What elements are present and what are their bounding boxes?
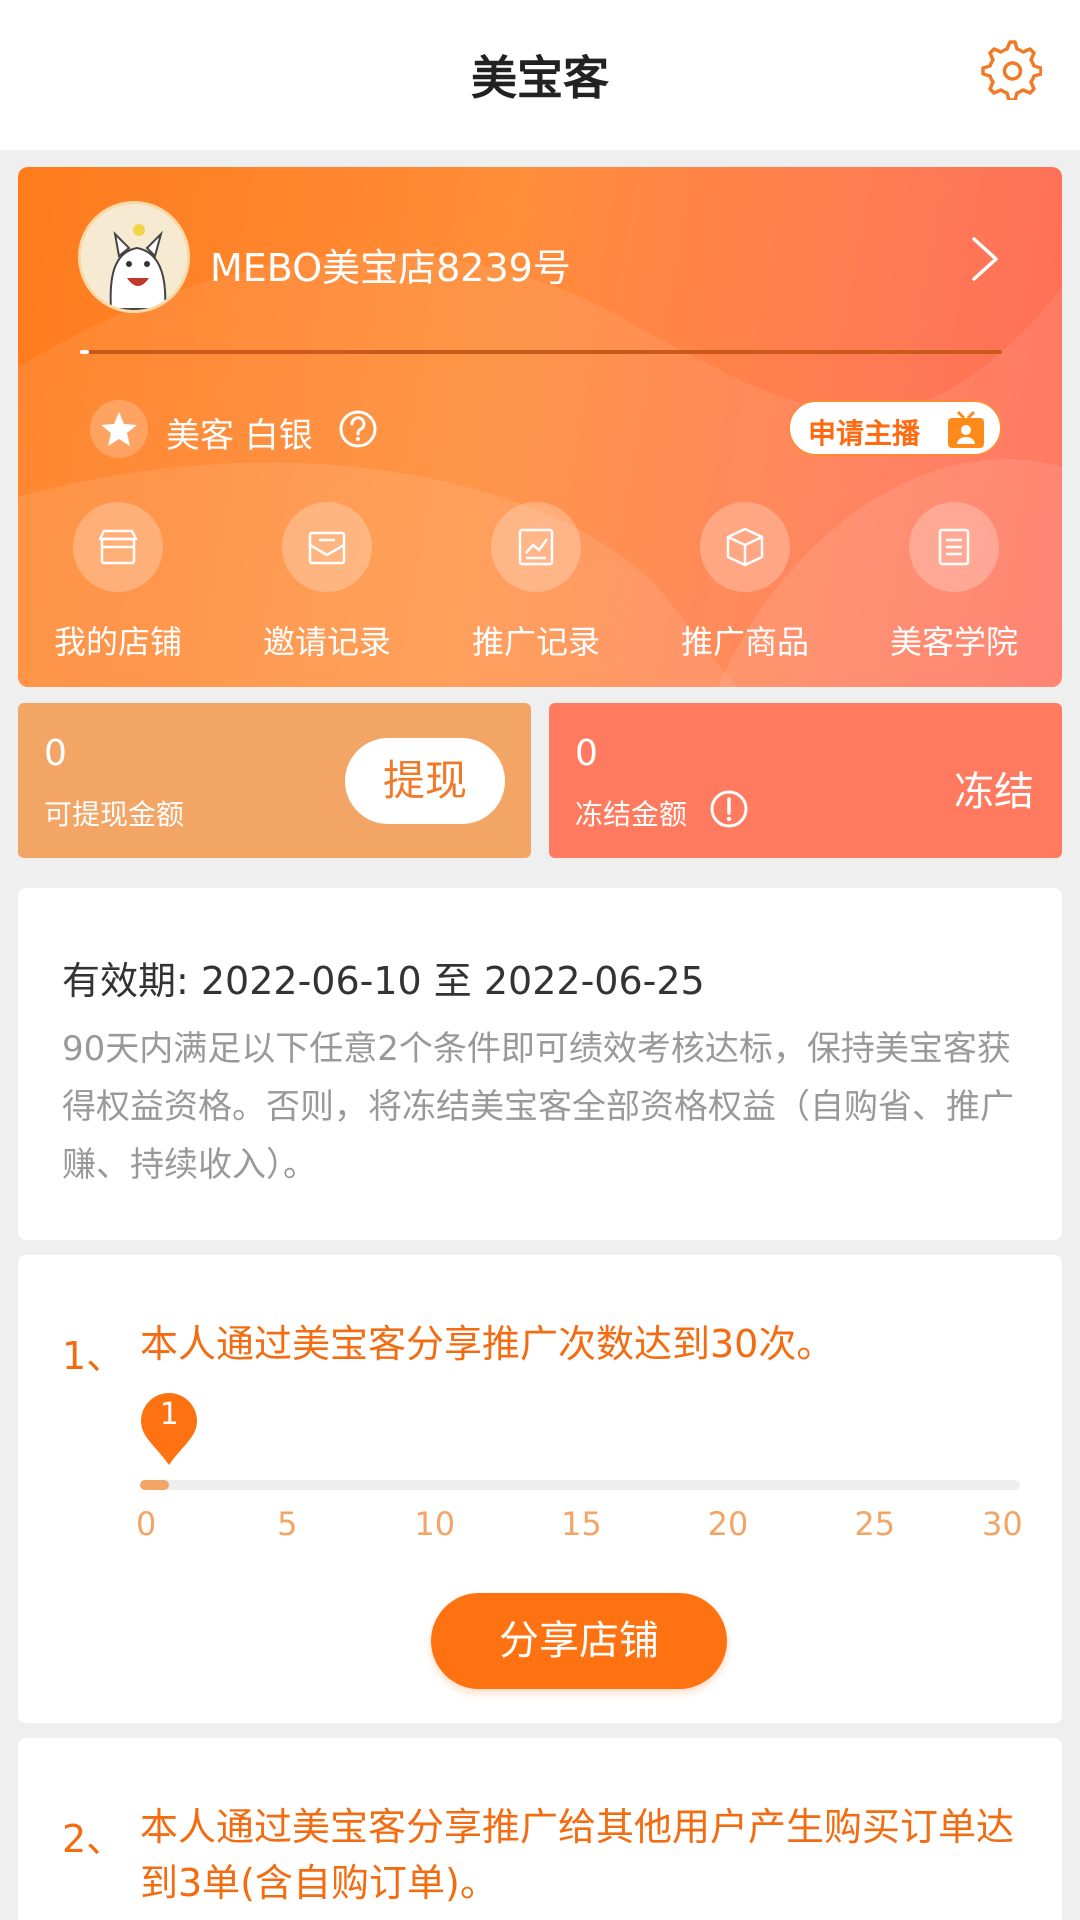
frozen-card[interactable]: 0 冻结金额 冻结 [549, 703, 1062, 858]
page-title: 美宝客 [471, 51, 609, 105]
level-progress-bar [80, 350, 1002, 354]
gear-icon[interactable] [978, 36, 1042, 100]
task-card-share-count: 1、 本人通过美宝客分享推广次数达到30次。 1 0 5 10 15 20 25 30 分享… [18, 1255, 1062, 1723]
alert-exclamation-icon[interactable] [709, 789, 749, 829]
member-level: 美客 白银 [166, 416, 313, 456]
star-icon [90, 400, 148, 458]
withdrawable-label: 可提现金额 [44, 798, 185, 831]
task-text: 本人通过美宝客分享推广给其他用户产生购买订单达到3单(含自购订单)。 [140, 1805, 1015, 1905]
menu-label: 推广记录 [471, 623, 600, 661]
progress-tick-label: 10 [414, 1505, 456, 1543]
progress-pin-marker: 1 [139, 1391, 199, 1471]
level-progress-fill [80, 350, 90, 354]
menu-item-promotion-products[interactable]: 推广商品 [645, 502, 845, 672]
menu-label: 邀请记录 [262, 623, 391, 661]
validity-period: 有效期: 2022-06-10 至 2022-06-25 [62, 959, 705, 1003]
menu-item-my-store[interactable]: 我的店铺 [18, 502, 218, 672]
menu-label: 美客学院 [889, 623, 1018, 661]
store-icon [73, 502, 163, 592]
share-store-button[interactable]: 分享店铺 [431, 1593, 727, 1689]
apply-streamer-button[interactable]: 申请主播 [788, 400, 1002, 456]
menu-item-academy[interactable]: 美客学院 [854, 502, 1054, 672]
withdrawable-card: 0 可提现金额 提现 [18, 703, 531, 858]
task-number: 2、 [62, 1817, 125, 1861]
progress-tick-label: 25 [854, 1505, 896, 1543]
withdrawable-amount: 0 [44, 733, 67, 774]
progress-fill [140, 1480, 170, 1490]
progress-pin-value: 1 [159, 1397, 179, 1432]
progress-tick-label: 0 [136, 1505, 157, 1543]
progress-tick-label: 5 [277, 1505, 298, 1543]
frozen-amount: 0 [575, 733, 598, 774]
rules-description: 90天内满足以下任意2个条件即可绩效考核达标，保持美宝客获得权益资格。否则，将冻… [62, 1029, 1014, 1185]
apply-streamer-label: 申请主播 [808, 417, 921, 450]
top-bar: 美宝客 [0, 0, 1080, 150]
menu-item-promotion-records[interactable]: 推广记录 [436, 502, 636, 672]
rules-card: 有效期: 2022-06-10 至 2022-06-25 90天内满足以下任意2… [18, 888, 1062, 1240]
store-name[interactable]: MEBO美宝店8239号 [210, 237, 571, 292]
task-card-order-count: 2、 本人通过美宝客分享推广给其他用户产生购买订单达到3单(含自购订单)。 [18, 1738, 1062, 1920]
invite-envelope-icon [282, 502, 372, 592]
help-question-icon[interactable] [338, 409, 378, 449]
frozen-label: 冻结金额 [575, 798, 688, 831]
task-text: 本人通过美宝客分享推广次数达到30次。 [140, 1322, 835, 1366]
progress-tick-label: 15 [561, 1505, 602, 1543]
avatar[interactable] [78, 201, 190, 313]
progress-tick-label: 30 [982, 1505, 1023, 1543]
frozen-tag: 冻结 [954, 769, 1034, 815]
withdraw-button[interactable]: 提现 [345, 738, 505, 824]
task-number: 1、 [62, 1334, 125, 1378]
progress-track [140, 1480, 1020, 1490]
box-icon [700, 502, 790, 592]
menu-item-invite-records[interactable]: 邀请记录 [227, 502, 427, 672]
menu-label: 我的店铺 [53, 623, 182, 661]
progress-tick-label: 20 [707, 1505, 749, 1543]
menu-label: 推广商品 [680, 623, 809, 661]
quick-menu: 我的店铺 邀请记录 推广记录 推广商品 美客学院 [18, 502, 1062, 672]
chevron-right-icon[interactable] [970, 235, 1000, 283]
chart-report-icon [491, 502, 581, 592]
tv-streamer-icon [948, 410, 984, 448]
profile-card: MEBO美宝店8239号 美客 白银 申请主播 我的店铺 邀请记录 推广记录 推… [18, 167, 1062, 687]
document-icon [909, 502, 999, 592]
